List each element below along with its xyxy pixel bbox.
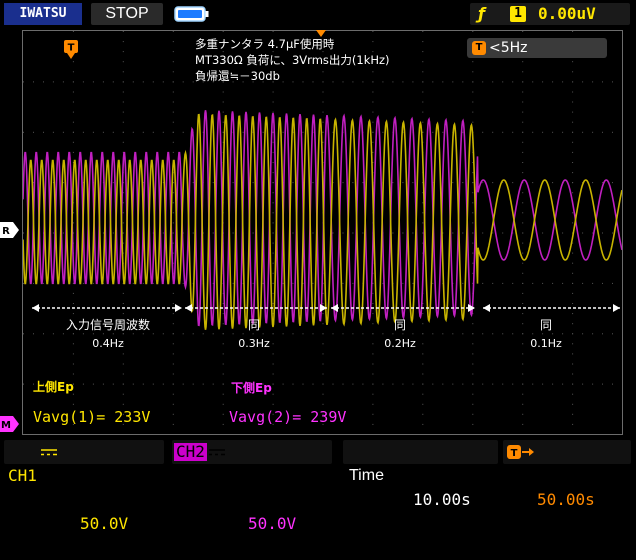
trigger-filter-icon: T [472,41,486,55]
oscilloscope-screen: IWATSU STOP ƒ 1 0.00uV T R M 多重ナンタラ 4.7μ… [0,0,636,533]
battery-icon [174,6,209,22]
annotation-line-3: 負帰還≒－30db [195,69,280,83]
svg-text:M: M [1,420,11,431]
segment-arrow-2 [185,304,327,312]
annotation-line-1: 多重ナンタラ 4.7μF使用時 [195,37,335,51]
segment-label-1: 入力信号周波数 [65,318,150,332]
svg-text:R: R [2,226,10,237]
segment-freq-4: 0.1Hz [530,337,562,350]
timebase-box[interactable]: Time 10.00s [343,440,498,509]
ch1-scale: 50.0V [80,514,129,533]
ch2-marker-icon: M [0,416,19,432]
rising-edge-icon: ƒ [478,4,485,23]
svg-text:T: T [511,448,518,459]
trigger-time-marker[interactable]: T [64,40,78,60]
time-scale: 10.00s [413,490,471,509]
bottom-status-bar: CH1 50.0V CH2 50.0V Time 10.00s T 50.00s [0,437,636,533]
segment-label-4: 同 [539,318,552,332]
trigger-offset-value: 50.00s [537,490,595,509]
trigger-level: 0.00uV [538,4,596,23]
segment-label-3: 同 [393,318,406,332]
lowpass-filter-badge[interactable]: T <5Hz [467,38,607,58]
ch2-vavg-readout: Vavg(2)= 239V [229,408,347,426]
filter-cutoff: <5Hz [489,40,528,56]
svg-text:T: T [68,43,75,54]
reference-marker-icon: R [0,222,19,238]
ch1-scale-box[interactable]: CH1 50.0V [4,440,164,533]
trigger-settings[interactable]: ƒ 1 0.00uV [470,3,630,25]
trigger-marker-icon: T [64,40,78,59]
ch2-scale-box[interactable]: CH2 50.0V [172,440,332,533]
segment-label-2: 同 [247,318,260,332]
waveform-traces [23,110,622,330]
trigger-offset-icon: T [507,445,534,459]
segment-arrow-4 [483,304,620,312]
segment-arrows [32,304,620,312]
segment-freq-1: 0.4Hz [92,337,124,350]
top-status-bar: IWATSU STOP ƒ 1 0.00uV [0,0,636,30]
ch2-label: CH2 [174,442,207,461]
dc-coupling-icon [41,449,57,456]
segment-arrow-3 [331,304,475,312]
segment-freq-2: 0.3Hz [238,337,270,350]
ch2-scale: 50.0V [248,514,297,533]
ch1-vavg-readout: Vavg(1)= 233V [33,408,151,426]
segment-freq-3: 0.2Hz [384,337,416,350]
brand-logo: IWATSU [4,3,82,25]
run-state-indicator[interactable]: STOP [91,3,163,25]
ch2-measure-tag: 下側Ep [231,381,272,395]
time-label: Time [349,467,384,484]
waveform-grid [22,30,623,435]
annotation-line-2: MT330Ω 負荷に、3Vrms出力(1kHz) [195,53,390,67]
trigger-channel-badge: 1 [510,6,526,22]
ch1-label: CH1 [8,466,37,485]
annotation-text: 多重ナンタラ 4.7μF使用時 MT330Ω 負荷に、3Vrms出力(1kHz)… [195,36,390,84]
dc-coupling-icon [209,449,225,456]
ch2-ground-marker[interactable]: M [0,416,20,432]
segment-arrow-1 [32,304,182,312]
ch1-measure-tag: 上側Ep [33,380,74,394]
trigger-offset-box[interactable]: T 50.00s [503,440,631,509]
reference-marker[interactable]: R [0,222,20,238]
